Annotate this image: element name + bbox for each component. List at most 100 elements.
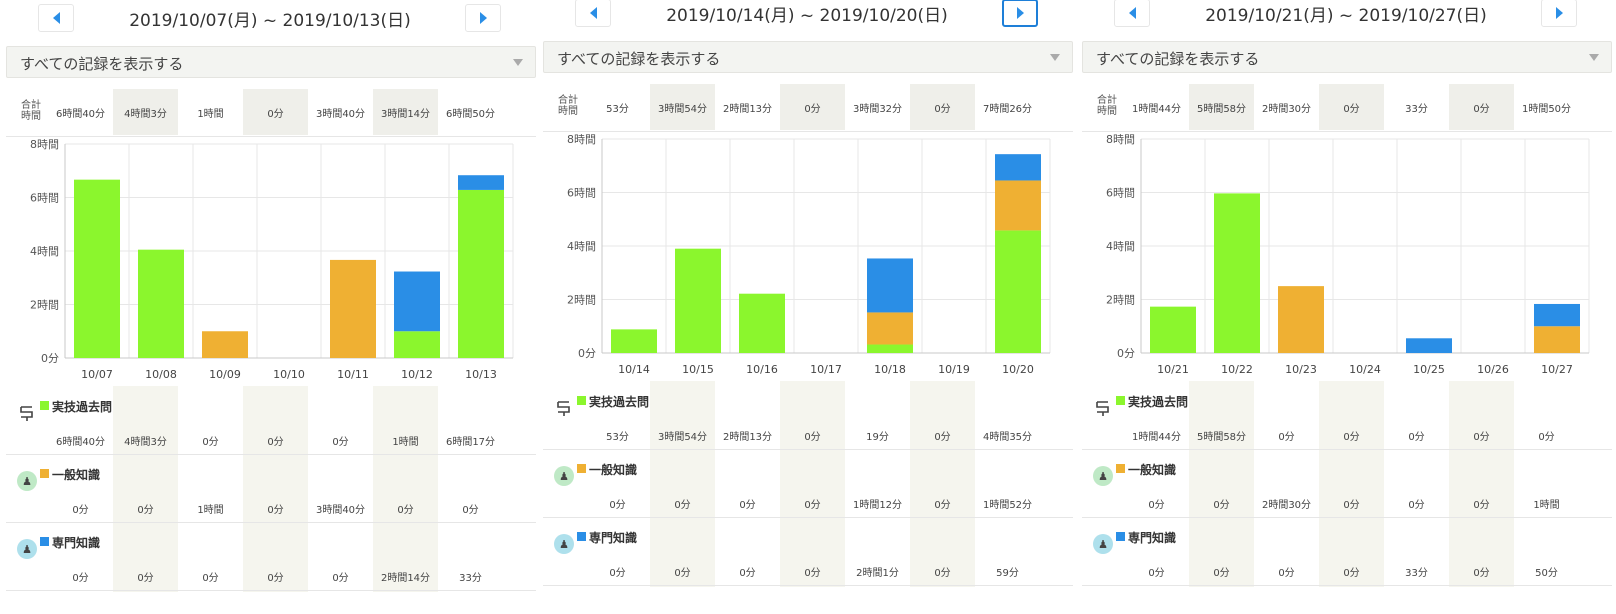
category-value: 0分 [397, 505, 414, 516]
category-value: 0分 [202, 573, 219, 584]
bar-segment-general[interactable] [1534, 326, 1580, 353]
column-shade [373, 386, 438, 592]
bar-segment-practice[interactable] [611, 329, 657, 353]
stacked-bar-chart: 0分 2時間 4時間 6時間 8時間 10/07 10/08 10/09 10/10 10/11 1… [30, 138, 514, 381]
category-value: 0分 [1343, 432, 1360, 443]
x-tick-label: 10/14 [618, 363, 650, 376]
bar-segment-special[interactable] [394, 271, 440, 332]
practice-icon [1093, 398, 1113, 418]
divider [1082, 517, 1612, 518]
x-tick-label: 10/16 [746, 363, 778, 376]
category-value: 0分 [934, 568, 951, 579]
category-value: 0分 [674, 500, 691, 511]
x-tick-label: 10/25 [1413, 363, 1445, 376]
category-value: 1時間 [1533, 500, 1560, 511]
stacked-bar-chart: 0分 2時間 4時間 6時間 8時間 10/21 10/22 10/23 10/24 10/25 1… [1106, 133, 1590, 376]
y-tick-label: 2時間 [30, 299, 59, 312]
category-value: 0分 [804, 432, 821, 443]
category-value: 0分 [1213, 500, 1230, 511]
bar-segment-practice[interactable] [995, 230, 1041, 353]
category-value: 19分 [866, 432, 889, 443]
y-tick-label: 4時間 [1106, 240, 1135, 253]
category-value: 2時間14分 [380, 573, 431, 584]
legend-swatch [1116, 464, 1125, 473]
bar-segment-special[interactable] [867, 258, 913, 313]
bar-segment-general[interactable] [995, 180, 1041, 231]
category-value: 0分 [332, 573, 349, 584]
category-value: 0分 [1408, 500, 1425, 511]
divider [6, 522, 536, 523]
y-tick-label: 8時間 [1106, 133, 1135, 146]
x-tick-label: 10/09 [209, 368, 241, 381]
bar-segment-practice[interactable] [739, 293, 785, 353]
person-icon: ♟ [22, 542, 32, 556]
column-shade [1189, 381, 1254, 587]
bar-segment-practice[interactable] [138, 249, 184, 358]
bar-segment-special[interactable] [995, 154, 1041, 181]
bar-segment-general[interactable] [330, 259, 376, 358]
category-value: 0分 [609, 500, 626, 511]
x-tick-label: 10/13 [465, 368, 497, 381]
category-value: 0分 [137, 573, 154, 584]
bar-segment-practice[interactable] [675, 248, 721, 353]
divider [543, 517, 1073, 518]
column-shade [1319, 381, 1384, 587]
column-shade [910, 381, 975, 587]
column-shade [1449, 381, 1514, 587]
category-name: 専門知識 [1128, 531, 1177, 545]
x-tick-label: 10/20 [1002, 363, 1034, 376]
category-value: 50分 [1535, 568, 1558, 579]
stacked-bar-chart: 0分 2時間 4時間 6時間 8時間 10/14 10/15 10/16 10/17 10/18 1… [567, 133, 1051, 376]
bar-segment-practice[interactable] [394, 331, 440, 358]
special-knowledge-icon: ♟ [1093, 534, 1113, 554]
category-value: 59分 [996, 568, 1019, 579]
category-value: 1時間 [392, 437, 419, 448]
bar-segment-special[interactable] [1534, 303, 1580, 327]
general-knowledge-icon: ♟ [17, 471, 37, 491]
x-tick-label: 10/26 [1477, 363, 1509, 376]
x-tick-label: 10/23 [1285, 363, 1317, 376]
column-shade [113, 386, 178, 592]
category-value: 53分 [606, 432, 629, 443]
bar-segment-special[interactable] [1406, 338, 1452, 353]
bar-segment-general[interactable] [1278, 286, 1324, 353]
divider [543, 585, 1073, 586]
week-panel-2: 2019/10/14(月) ~ 2019/10/20(日) すべての記録を表示する… [542, 0, 1079, 609]
category-name: 専門知識 [52, 536, 101, 550]
category-name: 一般知識 [52, 468, 101, 482]
divider [1082, 585, 1612, 586]
category-value: 3時間40分 [315, 505, 366, 516]
bar-segment-practice[interactable] [458, 189, 504, 358]
legend-swatch [1116, 396, 1125, 405]
category-value: 3時間54分 [657, 432, 708, 443]
person-icon: ♟ [1098, 469, 1108, 483]
column-shade [243, 386, 308, 592]
bar-segment-general[interactable] [867, 312, 913, 345]
y-tick-label: 4時間 [30, 245, 59, 258]
category-value: 0分 [72, 573, 89, 584]
legend-swatch [40, 469, 49, 478]
y-tick-label: 8時間 [30, 138, 59, 151]
bar-segment-practice[interactable] [1214, 193, 1260, 353]
x-tick-label: 10/27 [1541, 363, 1573, 376]
x-tick-label: 10/17 [810, 363, 842, 376]
category-value: 0分 [934, 500, 951, 511]
bar-segment-special[interactable] [458, 175, 504, 190]
column-shade [650, 381, 715, 587]
person-icon: ♟ [1098, 537, 1108, 551]
category-value: 0分 [202, 437, 219, 448]
bar-segment-general[interactable] [202, 331, 248, 358]
bar-segment-practice[interactable] [74, 179, 120, 358]
category-value: 1時間52分 [982, 500, 1033, 511]
category-value: 5時間58分 [1196, 432, 1247, 443]
bar-segment-practice[interactable] [867, 344, 913, 353]
legend-swatch [40, 401, 49, 410]
divider [1082, 449, 1612, 450]
y-tick-label: 2時間 [1106, 294, 1135, 307]
bar-segment-practice[interactable] [1150, 306, 1196, 353]
x-tick-label: 10/11 [337, 368, 369, 381]
x-tick-label: 10/15 [682, 363, 714, 376]
x-tick-label: 10/10 [273, 368, 305, 381]
category-value: 0分 [332, 437, 349, 448]
x-tick-label: 10/12 [401, 368, 433, 381]
